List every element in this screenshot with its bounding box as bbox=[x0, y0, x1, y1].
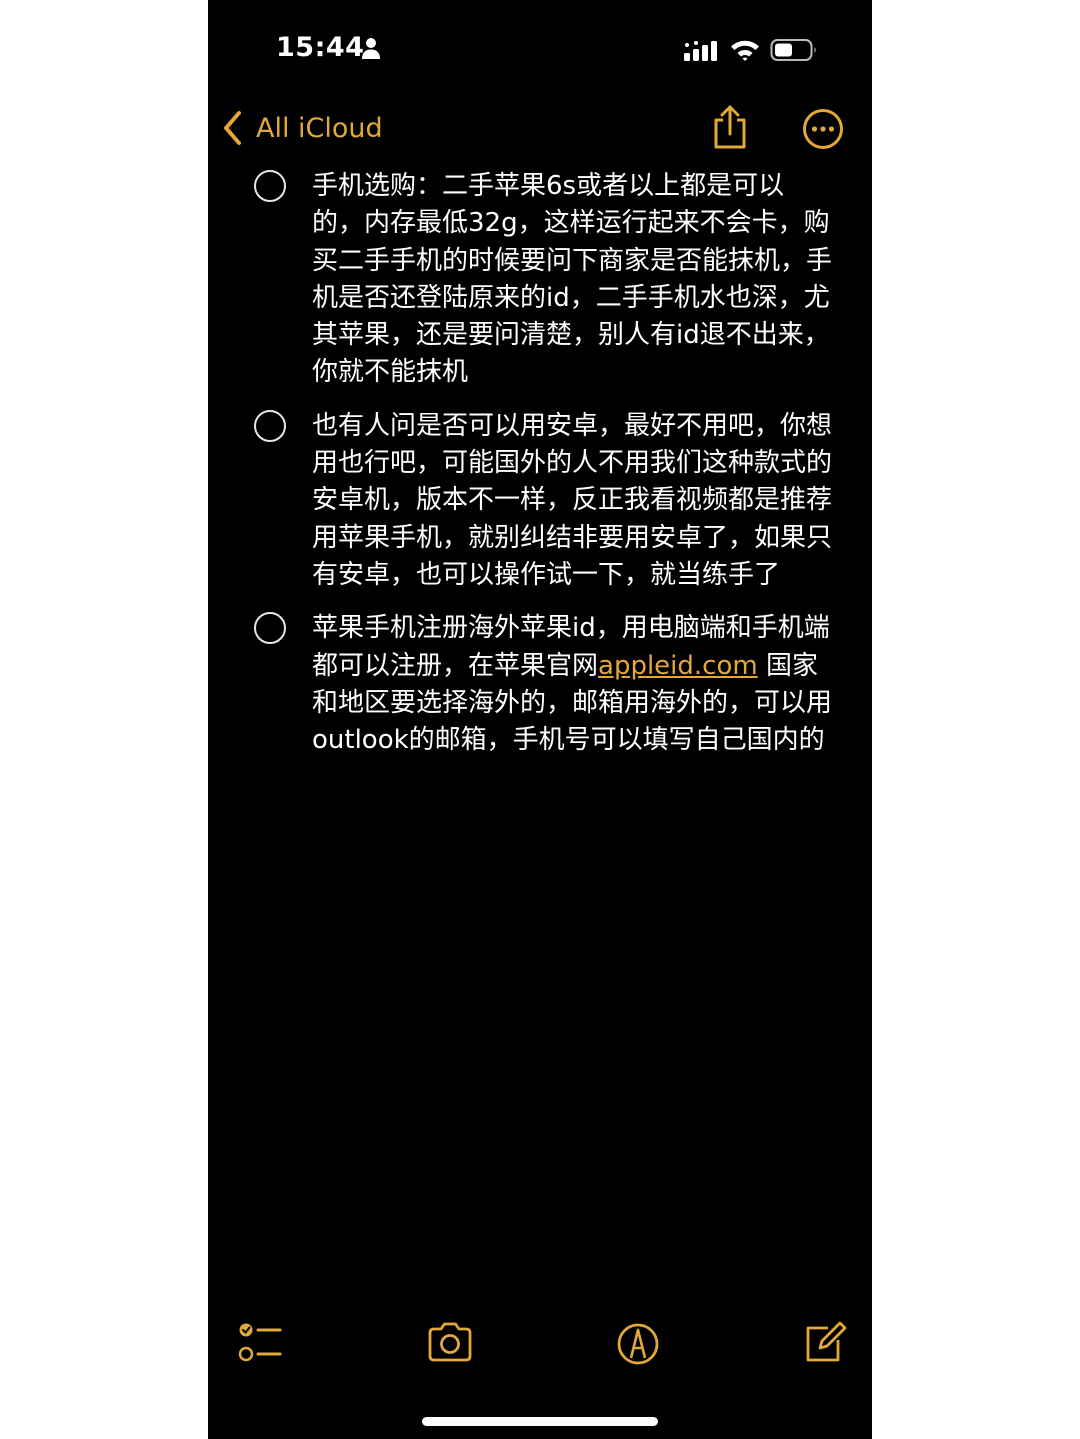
signal-icon bbox=[684, 41, 717, 61]
status-bar: 15:44 bbox=[208, 0, 872, 100]
checklist-item: 手机选购：二手苹果6s或者以上都是可以的，内存最低32g，这样运行起来不会卡，购… bbox=[208, 168, 872, 392]
status-time: 15:44 bbox=[276, 32, 365, 63]
checkbox[interactable] bbox=[254, 612, 286, 645]
back-label: All iCloud bbox=[256, 112, 383, 144]
checkbox[interactable] bbox=[254, 170, 286, 202]
checklist-item-text[interactable]: 也有人问是否可以用安卓，最好不用吧，你想用也行吧，可能国外的人不用我们这种款式的… bbox=[312, 408, 832, 594]
checklist-item-text[interactable]: 手机选购：二手苹果6s或者以上都是可以的，内存最低32g，这样运行起来不会卡，购… bbox=[312, 168, 832, 392]
more-icon[interactable] bbox=[802, 108, 844, 150]
chevron-left-icon bbox=[224, 111, 241, 145]
wifi-icon bbox=[731, 40, 759, 61]
camera-icon[interactable] bbox=[426, 1318, 474, 1366]
checklist-item-text[interactable]: 苹果手机注册海外苹果id，用电脑端和手机端都可以注册，在苹果官网appleid.… bbox=[312, 610, 832, 759]
checklist-item: 苹果手机注册海外苹果id，用电脑端和手机端都可以注册，在苹果官网appleid.… bbox=[208, 610, 872, 759]
bottom-toolbar bbox=[208, 1318, 872, 1374]
share-icon[interactable] bbox=[710, 104, 750, 150]
checklist-item: 也有人问是否可以用安卓，最好不用吧，你想用也行吧，可能国外的人不用我们这种款式的… bbox=[208, 408, 872, 594]
person-icon bbox=[362, 38, 380, 59]
checklist-icon[interactable] bbox=[236, 1318, 284, 1366]
phone-screen: 15:44 All iCloud 手机选购：二手苹果6s或者以上都是可以的，内存… bbox=[208, 0, 872, 1439]
back-button[interactable]: All iCloud bbox=[220, 106, 383, 150]
checkbox[interactable] bbox=[254, 409, 286, 442]
home-indicator[interactable] bbox=[422, 1417, 658, 1426]
markup-icon[interactable] bbox=[614, 1318, 662, 1366]
appleid-link[interactable]: appleid.com bbox=[598, 651, 758, 681]
compose-icon[interactable] bbox=[800, 1318, 848, 1366]
battery-icon bbox=[770, 39, 816, 61]
checklist: 手机选购：二手苹果6s或者以上都是可以的，内存最低32g，这样运行起来不会卡，购… bbox=[208, 168, 872, 775]
